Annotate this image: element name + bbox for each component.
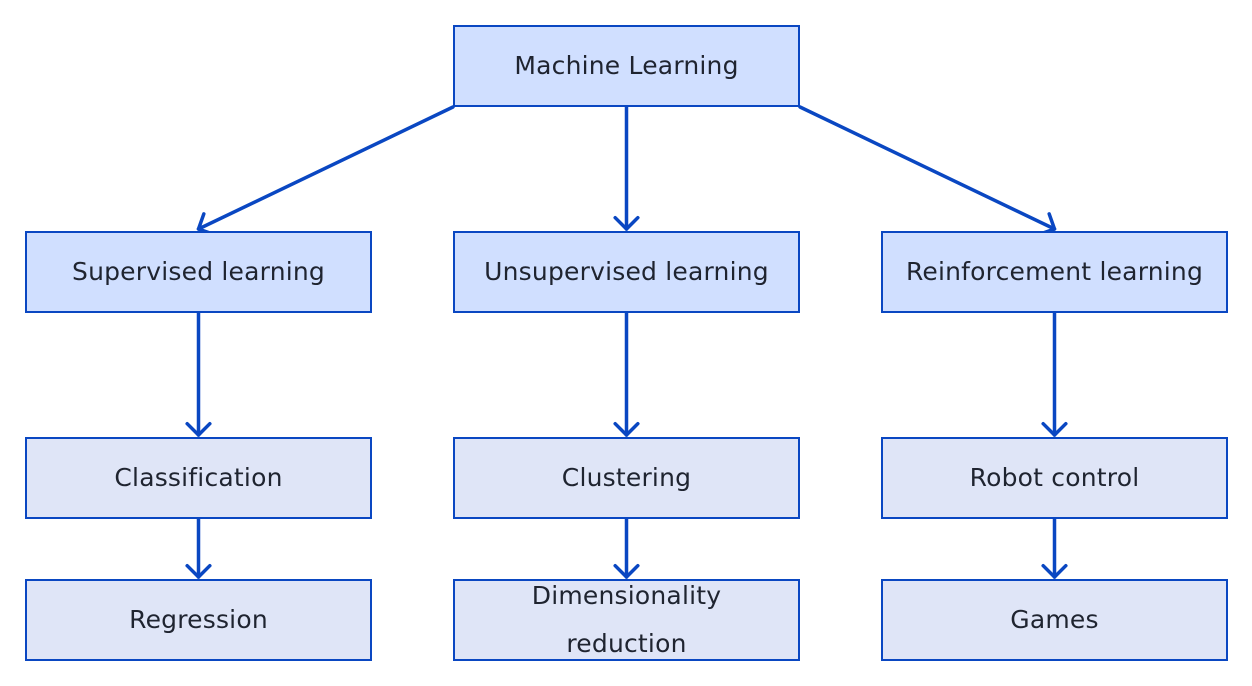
- node-label: Robot control: [969, 463, 1140, 492]
- node-label: Reinforcement learning: [905, 257, 1204, 286]
- node-robot-control[interactable]: Robot control: [881, 437, 1228, 519]
- node-label: Machine Learning: [514, 51, 739, 80]
- node-label: Unsupervised learning: [484, 257, 769, 286]
- node-clustering[interactable]: Clustering: [453, 437, 800, 519]
- node-supervised-learning[interactable]: Supervised learning: [25, 231, 372, 313]
- node-label: Clustering: [561, 463, 692, 492]
- node-label: Supervised learning: [72, 257, 325, 286]
- node-label: Games: [1010, 605, 1099, 634]
- node-classification[interactable]: Classification: [25, 437, 372, 519]
- node-reinforcement-learning[interactable]: Reinforcement learning: [881, 231, 1228, 313]
- node-label: Dimensionality reduction: [531, 581, 722, 658]
- node-label: Regression: [129, 605, 268, 634]
- node-regression[interactable]: Regression: [25, 579, 372, 661]
- edge-ml-to-reinforcement: [798, 105, 1057, 231]
- node-unsupervised-learning[interactable]: Unsupervised learning: [453, 231, 800, 313]
- edge-ml-to-supervised: [196, 105, 455, 231]
- node-games[interactable]: Games: [881, 579, 1228, 661]
- node-machine-learning[interactable]: Machine Learning: [453, 25, 800, 107]
- node-dimensionality-reduction[interactable]: Dimensionality reduction: [453, 579, 800, 661]
- node-label: Classification: [114, 463, 283, 492]
